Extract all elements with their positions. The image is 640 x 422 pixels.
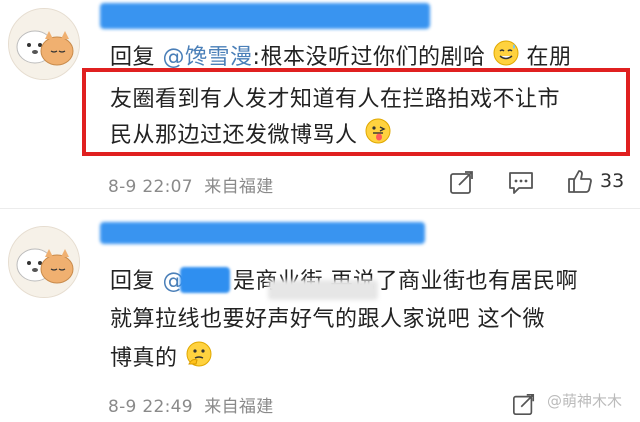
redacted-text [268,280,378,300]
comment-date: 8-9 22:07 [108,177,193,197]
comment-text: :根本没听过你们的剧哈 [252,45,486,70]
comment-text: 是 [233,269,256,294]
red-highlight-box [82,68,630,156]
share-icon [513,393,535,415]
share-button[interactable] [449,169,475,195]
comment-source: 来自福建 [204,177,274,197]
comment-source: 来自福建 [204,397,274,417]
comment-meta: 8-9 22:49 来自福建 [108,392,274,417]
comment-text-line-2: 就算拉线也要好声好气的跟人家说吧 这个微 [110,307,545,332]
avatar-cat-dog-icon [9,227,79,297]
like-icon [568,170,592,193]
avatar-cat-dog-icon [9,9,79,79]
comment-button[interactable] [507,170,535,196]
comment-icon [509,172,533,194]
divider [0,208,640,209]
comment-text: 博真的 [110,346,178,371]
avatar[interactable] [8,226,80,298]
comment-text-line-3: 博真的 [110,340,213,378]
avatar[interactable] [8,8,80,80]
share-button[interactable] [512,392,536,416]
comment-date: 8-9 22:49 [108,397,193,417]
reply-prefix: 回复 [110,269,156,294]
thinking-emoji [185,340,213,378]
reply-prefix: 回复 [110,45,156,70]
redacted-mention [180,267,230,293]
redacted-username[interactable] [100,3,430,29]
like-button[interactable]: 33 [566,167,624,195]
watermark: @萌神木木 [546,392,622,410]
comment-text: 在朋 [526,45,572,70]
share-icon [450,171,473,194]
redacted-username[interactable] [100,222,425,244]
comment-meta: 8-9 22:07 来自福建 [108,172,274,197]
mention-link[interactable]: @馋雪漫 [163,45,253,70]
like-count: 33 [600,170,625,192]
